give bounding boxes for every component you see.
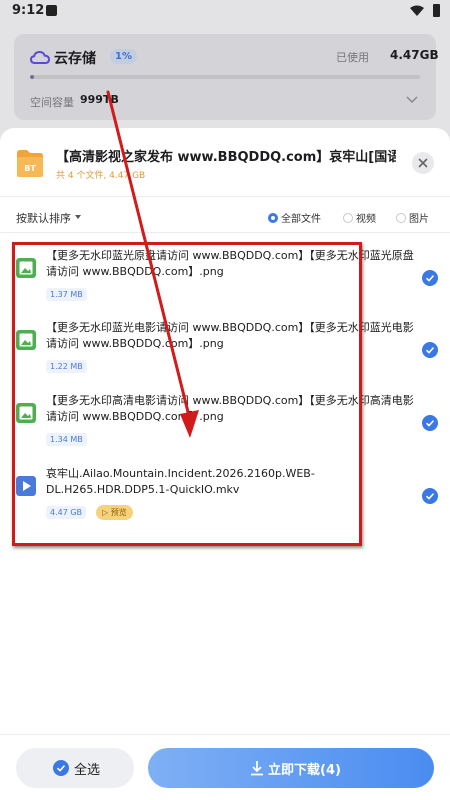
select-all-label: 全选 bbox=[74, 763, 101, 778]
filter-all[interactable]: 全部文件 bbox=[268, 210, 321, 225]
checkbox-checked-icon[interactable] bbox=[422, 342, 438, 358]
radio-selected-icon bbox=[268, 213, 278, 223]
annotation-highlight-box bbox=[12, 242, 362, 546]
checkbox-checked-icon[interactable] bbox=[422, 488, 438, 504]
bottom-action-bar: 全选 立即下载(4) bbox=[0, 734, 450, 800]
sort-dropdown[interactable]: 按默认排序 bbox=[16, 210, 71, 226]
storage-title: 云存储 bbox=[54, 51, 96, 67]
close-button[interactable] bbox=[412, 152, 434, 174]
capacity-label: 空间容量 bbox=[30, 96, 74, 109]
download-now-button[interactable]: 立即下载(4) bbox=[148, 748, 434, 788]
used-value: 4.47GB bbox=[390, 48, 439, 62]
used-label: 已使用 bbox=[336, 51, 369, 64]
radio-icon bbox=[396, 213, 406, 223]
status-bar: 9:12 bbox=[0, 0, 450, 22]
radio-icon bbox=[343, 213, 353, 223]
torrent-title: 【高清影视之家发布 www.BBQDDQ.com】哀牢山[国语配... bbox=[56, 150, 396, 165]
storage-progress-fill bbox=[30, 75, 34, 79]
caret-down-icon[interactable] bbox=[75, 215, 81, 219]
torrent-summary: 共 4 个文件, 4.47 GB bbox=[56, 171, 146, 181]
bt-folder-icon: BT bbox=[17, 150, 43, 177]
wifi-icon bbox=[410, 5, 424, 16]
storage-card[interactable]: 云存储 1% 已使用 4.47GB 空间容量 999TB bbox=[14, 34, 439, 120]
filter-video[interactable]: 视频 bbox=[343, 210, 376, 225]
download-label: 立即下载(4) bbox=[268, 763, 341, 778]
divider bbox=[0, 232, 450, 233]
storage-percent-badge: 1% bbox=[110, 49, 137, 64]
divider bbox=[0, 196, 450, 197]
filter-all-label: 全部文件 bbox=[281, 214, 321, 225]
download-icon bbox=[251, 761, 263, 776]
storage-progress-bar bbox=[30, 75, 420, 79]
checkbox-checked-icon[interactable] bbox=[422, 415, 438, 431]
battery-icon bbox=[433, 4, 440, 17]
check-circle-icon bbox=[53, 760, 69, 776]
app-notification-icon bbox=[46, 5, 57, 16]
folder-icon-label: BT bbox=[24, 164, 36, 173]
chevron-down-icon[interactable] bbox=[406, 96, 418, 104]
filter-video-label: 视频 bbox=[356, 214, 376, 225]
filter-image-label: 图片 bbox=[409, 214, 429, 225]
close-icon bbox=[418, 158, 428, 168]
select-all-button[interactable]: 全选 bbox=[16, 748, 134, 788]
checkbox-checked-icon[interactable] bbox=[422, 270, 438, 286]
filter-image[interactable]: 图片 bbox=[396, 210, 429, 225]
capacity-value: 999TB bbox=[80, 93, 119, 106]
cloud-icon bbox=[30, 50, 50, 64]
status-time: 9:12 bbox=[12, 3, 45, 18]
